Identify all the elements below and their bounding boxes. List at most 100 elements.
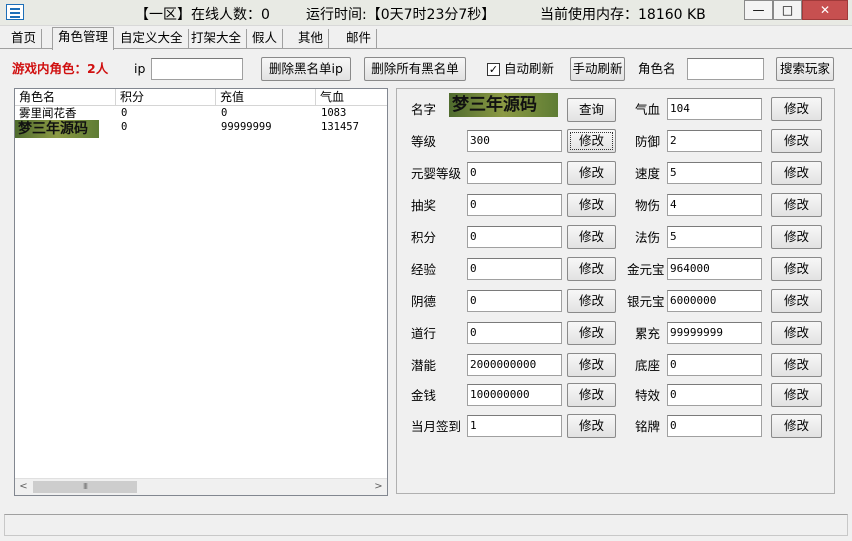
base-label: 底座 (635, 358, 661, 373)
speed-edit-button[interactable]: 修改 (771, 161, 822, 185)
monthly-signin-input[interactable]: 1 (467, 415, 562, 437)
column-header-points[interactable]: 积分 (116, 89, 216, 106)
physical-damage-edit-button[interactable]: 修改 (771, 193, 822, 217)
potential-edit-button[interactable]: 修改 (567, 353, 616, 377)
tab-bots[interactable]: 假人 (247, 29, 284, 49)
silver-ingot-input[interactable]: 6000000 (667, 290, 762, 312)
gold-ingot-edit-button[interactable]: 修改 (771, 257, 822, 281)
silver-ingot-edit-button[interactable]: 修改 (771, 289, 822, 313)
auto-refresh-checkbox[interactable]: ✓ (487, 63, 500, 76)
experience-input[interactable]: 0 (467, 258, 562, 280)
role-name-input[interactable] (687, 58, 764, 80)
nameplate-edit-button[interactable]: 修改 (771, 414, 822, 438)
status-bar (4, 514, 848, 536)
row-name: 雾里闻花香 (19, 106, 77, 120)
title-bar: 【一区】在线人数：0 运行时间:【0天7时23分7秒】 当前使用内存：18160… (0, 0, 852, 26)
magic-damage-input[interactable]: 5 (667, 226, 762, 248)
scroll-left-icon[interactable]: < (15, 479, 32, 495)
total-recharge-edit-button[interactable]: 修改 (771, 321, 822, 345)
total-recharge-input[interactable]: 99999999 (667, 322, 762, 344)
column-header-hp[interactable]: 气血 (316, 89, 387, 106)
yuanying-level-label: 元婴等级 (411, 166, 462, 181)
physical-damage-label: 物伤 (635, 198, 661, 213)
hp-edit-button[interactable]: 修改 (771, 97, 822, 121)
scroll-thumb[interactable]: III (33, 481, 137, 493)
level-edit-button[interactable]: 修改 (567, 129, 616, 153)
gold-ingot-label: 金元宝 (627, 262, 665, 277)
close-button[interactable]: ✕ (802, 0, 848, 20)
gold-ingot-input[interactable]: 964000 (667, 258, 762, 280)
query-button[interactable]: 查询 (567, 98, 616, 122)
memory-usage: 当前使用内存：18160 KB (540, 7, 706, 23)
experience-label: 经验 (411, 262, 437, 277)
monthly-signin-edit-button[interactable]: 修改 (567, 414, 616, 438)
delete-blacklist-ip-button[interactable]: 删除黑名单ip (261, 57, 351, 81)
table-row[interactable]: 梦三年源码 0 99999999 131457 (15, 120, 387, 138)
ip-label: ip (134, 61, 146, 76)
maximize-button[interactable]: □ (773, 0, 802, 20)
effect-input[interactable]: 0 (667, 384, 762, 406)
auto-refresh-label: 自动刷新 (504, 61, 555, 76)
list-header: 角色名 积分 充值 气血 (15, 89, 387, 106)
karma-edit-button[interactable]: 修改 (567, 289, 616, 313)
role-name-label: 角色名 (638, 61, 676, 76)
row-points: 0 (121, 121, 128, 133)
lottery-label: 抽奖 (411, 198, 437, 213)
level-input[interactable]: 300 (467, 130, 562, 152)
experience-edit-button[interactable]: 修改 (567, 257, 616, 281)
effect-edit-button[interactable]: 修改 (771, 383, 822, 407)
money-edit-button[interactable]: 修改 (567, 383, 616, 407)
column-header-name[interactable]: 角色名 (15, 89, 116, 106)
online-role-count: 游戏内角色：2人 (12, 61, 109, 76)
nameplate-input[interactable]: 0 (667, 415, 762, 437)
runtime-display: 运行时间:【0天7时23分7秒】 (306, 7, 496, 23)
server-online-count: 【一区】在线人数：0 (135, 7, 270, 23)
hp-label: 气血 (635, 102, 661, 117)
yuanying-level-input[interactable]: 0 (467, 162, 562, 184)
lottery-edit-button[interactable]: 修改 (567, 193, 616, 217)
column-header-recharge[interactable]: 充值 (216, 89, 316, 106)
daoxing-input[interactable]: 0 (467, 322, 562, 344)
base-input[interactable]: 0 (667, 354, 762, 376)
tab-custom[interactable]: 自定义大全 (115, 29, 189, 49)
daoxing-edit-button[interactable]: 修改 (567, 321, 616, 345)
points-input[interactable]: 0 (467, 226, 562, 248)
tab-mail[interactable]: 邮件 (341, 29, 378, 49)
speed-input[interactable]: 5 (667, 162, 762, 184)
tab-role-management[interactable]: 角色管理 (52, 27, 115, 50)
daoxing-label: 道行 (411, 326, 437, 341)
points-edit-button[interactable]: 修改 (567, 225, 616, 249)
tab-home[interactable]: 首页 (6, 29, 43, 49)
defense-edit-button[interactable]: 修改 (771, 129, 822, 153)
base-edit-button[interactable]: 修改 (771, 353, 822, 377)
horizontal-scrollbar[interactable]: < III > (15, 478, 387, 495)
magic-damage-edit-button[interactable]: 修改 (771, 225, 822, 249)
tab-fight[interactable]: 打架大全 (186, 29, 248, 49)
silver-ingot-label: 银元宝 (627, 294, 665, 309)
points-label: 积分 (411, 230, 437, 245)
row-recharge: 0 (221, 107, 228, 119)
nameplate-label: 铭牌 (635, 419, 661, 434)
physical-damage-input[interactable]: 4 (667, 194, 762, 216)
manual-refresh-button[interactable]: 手动刷新 (570, 57, 625, 81)
karma-input[interactable]: 0 (467, 290, 562, 312)
table-row[interactable]: 雾里闻花香 0 0 1083 (15, 107, 387, 120)
tab-strip: 首页 角色管理 自定义大全 打架大全 假人 其他 邮件 (0, 27, 852, 50)
scroll-right-icon[interactable]: > (370, 479, 387, 495)
search-player-button[interactable]: 搜索玩家 (776, 57, 834, 81)
minimize-button[interactable]: — (744, 0, 773, 20)
name-label: 名字 (411, 102, 437, 117)
karma-label: 阴德 (411, 294, 437, 309)
defense-input[interactable]: 2 (667, 130, 762, 152)
ip-input[interactable] (151, 58, 243, 80)
lottery-input[interactable]: 0 (467, 194, 562, 216)
potential-label: 潜能 (411, 358, 437, 373)
app-icon (6, 4, 24, 20)
yuanying-level-edit-button[interactable]: 修改 (567, 161, 616, 185)
hp-input[interactable]: 104 (667, 98, 762, 120)
potential-input[interactable]: 2000000000 (467, 354, 562, 376)
tab-other[interactable]: 其他 (293, 29, 330, 49)
delete-all-blacklist-button[interactable]: 删除所有黑名单 (364, 57, 466, 81)
money-input[interactable]: 100000000 (467, 384, 562, 406)
player-list[interactable]: 角色名 积分 充值 气血 雾里闻花香 0 0 1083 梦三年源码 0 9999… (14, 88, 388, 496)
